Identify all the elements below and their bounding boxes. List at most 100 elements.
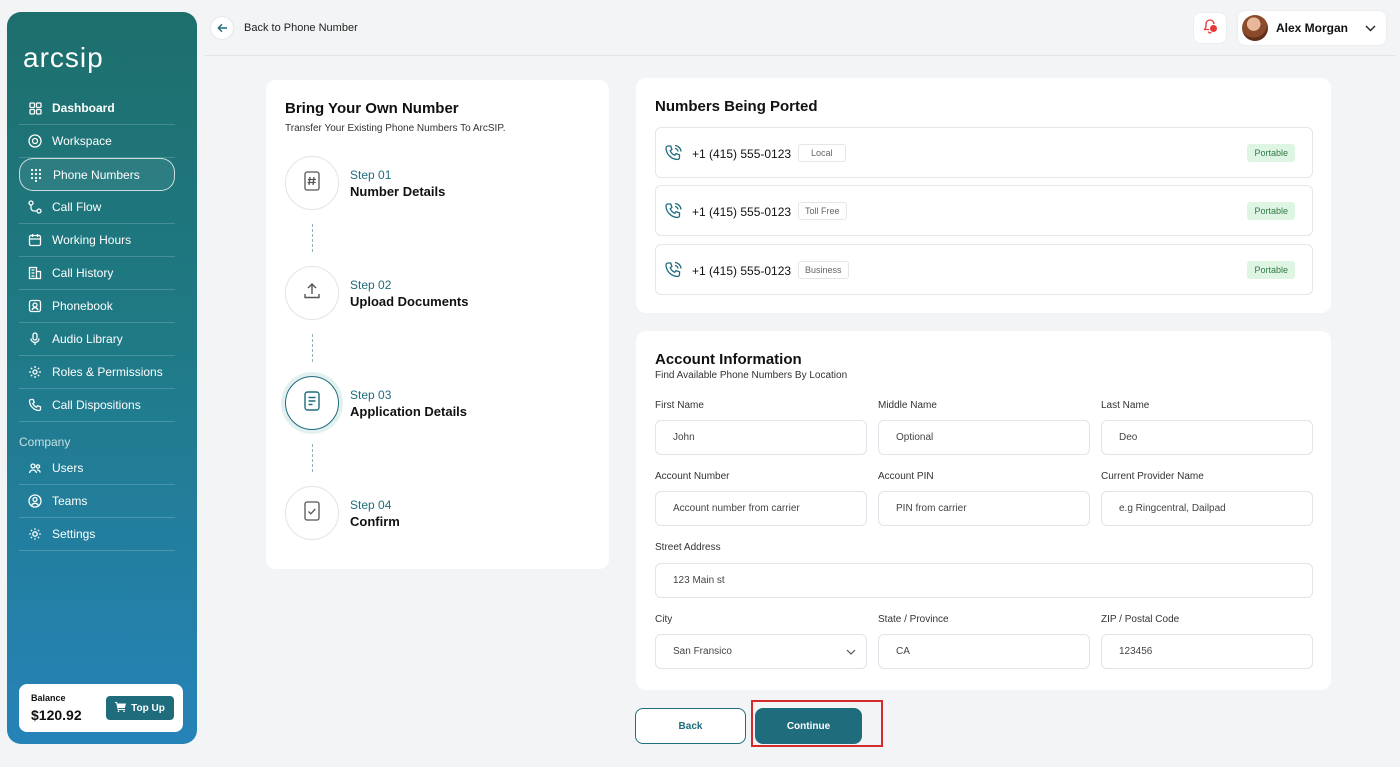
sidebar-item-settings[interactable]: Settings (19, 518, 175, 551)
ported-number-row[interactable]: +1 (415) 555-0123 Business Portable (655, 244, 1313, 295)
phone-ring-icon (664, 202, 683, 226)
step-name: Upload Documents (350, 294, 469, 309)
ported-number-row[interactable]: +1 (415) 555-0123 Local Portable (655, 127, 1313, 178)
sidebar-item-teams[interactable]: Teams (19, 485, 175, 518)
step-label: Step 02 (350, 278, 392, 292)
step-label: Step 03 (350, 388, 392, 402)
numbers-being-ported-card: Numbers Being Ported +1 (415) 555-0123 L… (636, 78, 1331, 313)
phone-ring-icon (664, 144, 683, 168)
sidebar-item-call-flow[interactable]: Call Flow (19, 191, 175, 224)
sidebar-item-label: Workspace (52, 134, 112, 148)
step-application-details[interactable]: Step 03 Application Details (285, 376, 585, 430)
number-type-tag: Local (798, 144, 846, 162)
zip-label: ZIP / Postal Code (1101, 614, 1180, 625)
steps-title: Bring Your Own Number (285, 100, 459, 117)
balance-label: Balance (31, 693, 66, 703)
calendar-icon (26, 231, 44, 249)
sidebar-item-label: Call Dispositions (52, 398, 141, 412)
sidebar-item-call-history[interactable]: Call History (19, 257, 175, 290)
user-menu[interactable]: Alex Morgan (1237, 10, 1387, 46)
sidebar-section-company: Company (19, 435, 71, 449)
step-label: Step 01 (350, 168, 392, 182)
top-up-label: Top Up (131, 702, 165, 714)
step-confirm[interactable]: Step 04 Confirm (285, 486, 585, 540)
first-name-field[interactable]: John (655, 420, 867, 455)
sidebar-item-label: Phone Numbers (53, 167, 140, 182)
sidebar-item-working-hours[interactable]: Working Hours (19, 224, 175, 257)
zip-field[interactable]: 123456 (1101, 634, 1313, 669)
status-badge: Portable (1247, 202, 1295, 220)
checklist-icon (303, 500, 321, 526)
sidebar-item-audio-library[interactable]: Audio Library (19, 323, 175, 356)
sidebar-item-workspace[interactable]: Workspace (19, 125, 175, 158)
step-connector (312, 334, 313, 362)
notifications-button[interactable] (1193, 12, 1227, 44)
account-number-field[interactable]: Account number from carrier (655, 491, 867, 526)
step-connector (312, 444, 313, 472)
contact-icon (26, 297, 44, 315)
microphone-icon (26, 330, 44, 348)
steps-subtitle: Transfer Your Existing Phone Numbers To … (285, 123, 506, 134)
account-information-card: Account Information Find Available Phone… (636, 331, 1331, 690)
sidebar-item-label: Audio Library (52, 332, 123, 346)
number-type-tag: Toll Free (798, 202, 847, 220)
sidebar-item-roles-permissions[interactable]: Roles & Permissions (19, 356, 175, 389)
sidebar-item-label: Settings (52, 527, 96, 541)
sidebar-item-users[interactable]: Users (19, 452, 175, 485)
balance-amount: $120.92 (31, 707, 82, 723)
last-name-label: Last Name (1101, 400, 1150, 411)
sidebar-item-label: Call History (52, 266, 114, 280)
sidebar-item-label: Dashboard (52, 101, 115, 115)
account-subtitle: Find Available Phone Numbers By Location (655, 370, 848, 381)
state-field[interactable]: CA (878, 634, 1090, 669)
step-label: Step 04 (350, 498, 392, 512)
user-name: Alex Morgan (1276, 21, 1349, 35)
team-icon (26, 492, 44, 510)
phone-icon (26, 396, 44, 414)
city-select-value: San Fransico (673, 646, 732, 657)
sidebar-item-label: Call Flow (52, 200, 102, 214)
step-number-details[interactable]: Step 01 Number Details (285, 156, 585, 210)
workspace-icon (26, 132, 44, 150)
provider-name-field[interactable]: e.g Ringcentral, Dailpad (1101, 491, 1313, 526)
ported-number-row[interactable]: +1 (415) 555-0123 Toll Free Portable (655, 185, 1313, 236)
sidebar-item-dashboard[interactable]: Dashboard (19, 92, 175, 125)
steps-card: Bring Your Own Number Transfer Your Exis… (266, 80, 609, 569)
first-name-label: First Name (655, 400, 704, 411)
gear-icon (26, 525, 44, 543)
step-circle (285, 156, 339, 210)
status-badge: Portable (1247, 261, 1295, 279)
sidebar: arcsip Dashboard Workspace Phone Numbers… (7, 12, 197, 744)
step-upload-documents[interactable]: Step 02 Upload Documents (285, 266, 585, 320)
city-label: City (655, 614, 673, 625)
phone-ring-icon (664, 261, 683, 285)
continue-highlight-box (751, 700, 883, 747)
provider-name-label: Current Provider Name (1101, 471, 1204, 482)
phone-number: +1 (415) 555-0123 (692, 264, 792, 278)
app-logo[interactable]: arcsip (23, 42, 104, 74)
middle-name-field[interactable]: Optional (878, 420, 1090, 455)
flow-icon (26, 198, 44, 216)
back-to-phone-number-link[interactable]: Back to Phone Number (210, 16, 358, 40)
account-pin-field[interactable]: PIN from carrier (878, 491, 1090, 526)
cart-icon (115, 701, 127, 715)
chevron-down-icon (1365, 19, 1376, 37)
upload-icon (303, 282, 321, 305)
street-address-label: Street Address (655, 542, 721, 553)
sidebar-item-phone-numbers[interactable]: Phone Numbers (19, 158, 175, 191)
street-address-field[interactable]: 123 Main st (655, 563, 1313, 598)
sidebar-item-call-dispositions[interactable]: Call Dispositions (19, 389, 175, 422)
last-name-field[interactable]: Deo (1101, 420, 1313, 455)
city-select[interactable]: San Fransico (655, 634, 867, 669)
middle-name-label: Middle Name (878, 400, 937, 411)
avatar (1242, 15, 1268, 41)
sidebar-item-phonebook[interactable]: Phonebook (19, 290, 175, 323)
step-name: Confirm (350, 514, 400, 529)
account-pin-label: Account PIN (878, 471, 934, 482)
back-link-label: Back to Phone Number (244, 22, 358, 34)
sidebar-item-label: Users (52, 461, 84, 475)
back-button[interactable]: Back (635, 708, 746, 744)
top-up-button[interactable]: Top Up (106, 696, 174, 720)
chevron-down-icon (846, 647, 856, 658)
sidebar-item-label: Teams (52, 494, 88, 508)
